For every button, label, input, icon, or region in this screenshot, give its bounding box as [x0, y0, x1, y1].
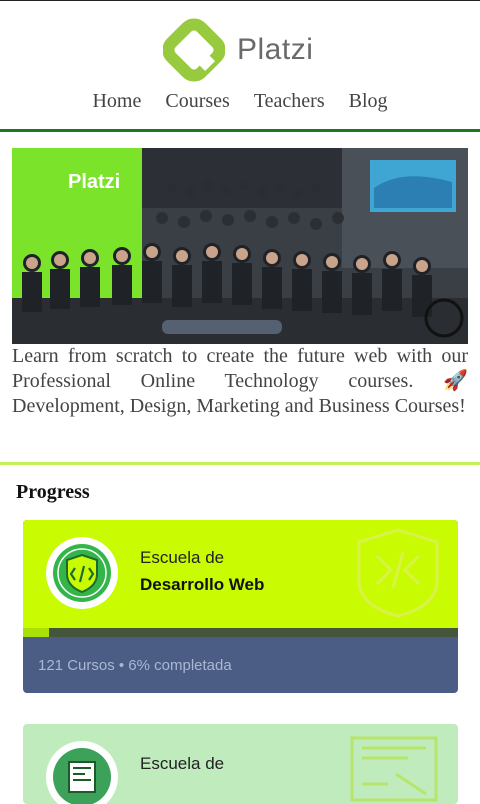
- code-shield-icon: [53, 544, 111, 602]
- school-subtitle: Escuela de: [140, 754, 225, 773]
- nav-blog[interactable]: Blog: [349, 90, 388, 118]
- school-badge: [46, 537, 118, 609]
- intro-paragraph: Learn from scratch to create the future …: [12, 344, 468, 419]
- school-subtitle: Escuela de: [140, 548, 225, 567]
- header-divider: [0, 129, 480, 132]
- wall-sign: Platzi: [68, 171, 120, 193]
- school-watermark-icon: [357, 528, 439, 618]
- intro-text-rest: Development, Design, Marketing and Busin…: [12, 395, 466, 417]
- site-header: Platzi Home Courses Teachers Blog: [0, 1, 480, 131]
- section-divider: [0, 462, 480, 465]
- intro-text: Learn from scratch to create the future …: [12, 345, 468, 392]
- nav-courses[interactable]: Courses: [165, 90, 229, 118]
- main-nav: Home Courses Teachers Blog: [0, 90, 480, 118]
- school-watermark-icon: [350, 736, 438, 802]
- rocket-icon: 🚀: [443, 370, 468, 392]
- school-badge: [46, 741, 118, 804]
- brand-name: Platzi: [237, 33, 314, 66]
- design-ruler-icon: [53, 748, 111, 804]
- school-progress-meta: 121 Cursos • 6% completada: [38, 657, 232, 674]
- nav-home[interactable]: Home: [92, 90, 141, 118]
- nav-teachers[interactable]: Teachers: [254, 90, 325, 118]
- school-card-desarrollo-web[interactable]: Escuela de Desarrollo Web 121 Cursos • 6…: [23, 520, 458, 693]
- team-photo: Platzi: [12, 148, 468, 344]
- platzi-logo-icon: [163, 18, 225, 82]
- progress-track: [23, 628, 458, 637]
- progress-heading: Progress: [16, 481, 90, 503]
- school-card-second[interactable]: Escuela de: [23, 724, 458, 804]
- progress-fill: [23, 628, 49, 637]
- hero-photo: Platzi: [12, 148, 468, 344]
- platzi-logo[interactable]: Platzi: [163, 15, 323, 85]
- school-name[interactable]: Desarrollo Web: [140, 575, 264, 595]
